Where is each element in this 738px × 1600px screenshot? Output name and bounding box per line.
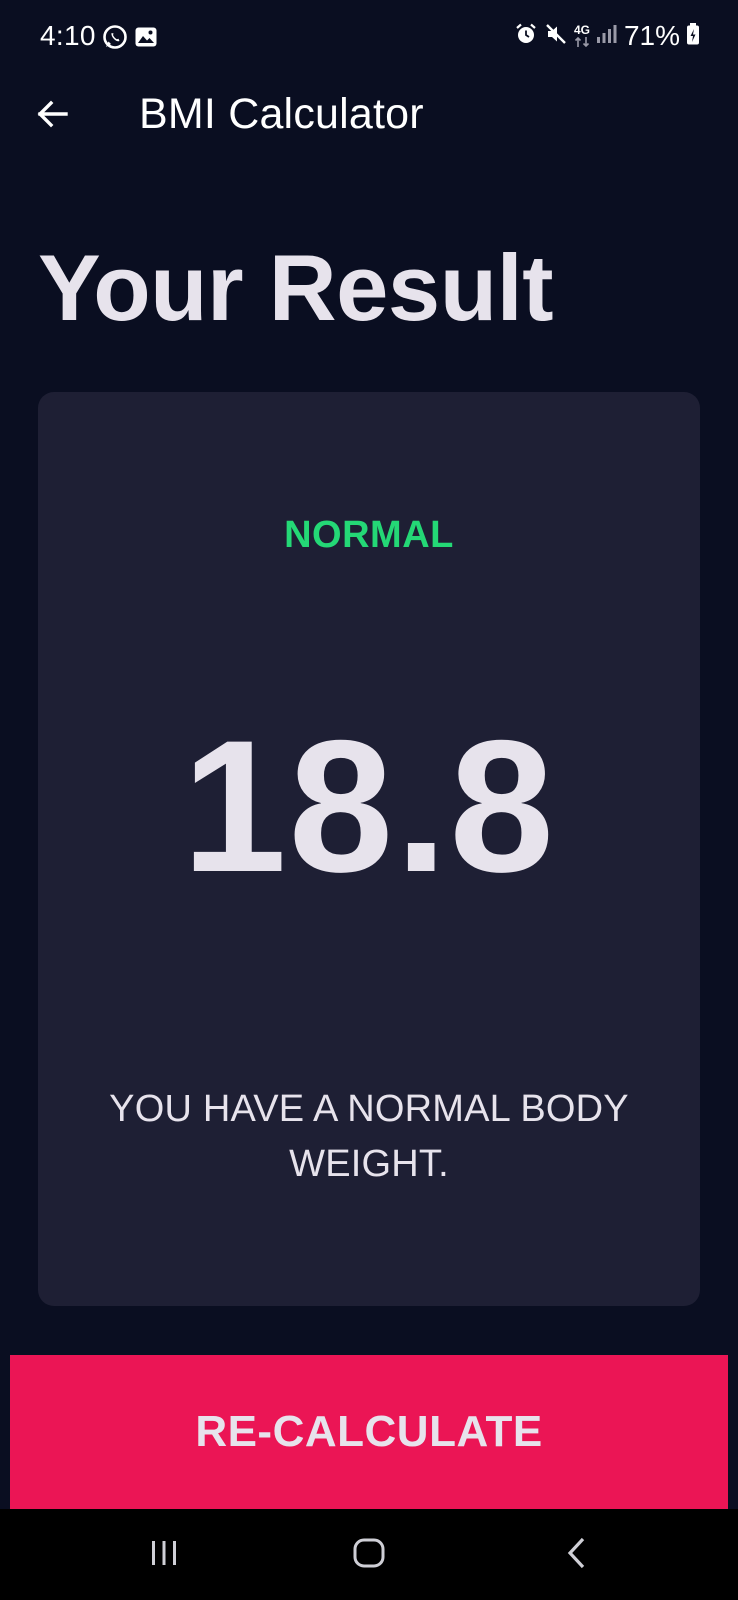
back-button[interactable] [30, 94, 74, 138]
app-title: BMI Calculator [139, 90, 424, 138]
mute-icon [544, 22, 568, 51]
home-button[interactable] [339, 1527, 399, 1583]
page-title: Your Result [38, 235, 554, 340]
bmi-message: YOU HAVE A NORMAL BODY WEIGHT. [109, 1088, 629, 1186]
status-left-icons [102, 24, 158, 55]
image-icon [134, 25, 158, 54]
status-time: 4:10 [40, 20, 96, 51]
4g-icon: 4G [574, 24, 590, 48]
recent-apps-icon [147, 1538, 181, 1573]
system-nav-bar [0, 1509, 738, 1600]
recalculate-button[interactable]: RE-CALCULATE [10, 1355, 728, 1509]
back-chevron-icon [562, 1536, 592, 1575]
network-label: 4G [573, 23, 590, 37]
alarm-icon [514, 22, 538, 51]
app-bar: BMI Calculator [0, 76, 738, 156]
whatsapp-icon [102, 24, 128, 55]
arrow-left-icon [34, 96, 70, 137]
battery-percent: 71% [623, 20, 680, 51]
nav-back-button[interactable] [547, 1527, 607, 1583]
result-status: NORMAL [284, 514, 454, 556]
status-right-icons: 4G 71% [514, 20, 700, 52]
signal-icon [596, 23, 618, 50]
bmi-value: 18.8 [182, 701, 556, 911]
recent-apps-button[interactable] [134, 1527, 194, 1583]
home-icon [352, 1536, 386, 1575]
result-card: NORMAL 18.8 YOU HAVE A NORMAL BODY WEIGH… [38, 392, 700, 1306]
battery-icon [686, 22, 700, 51]
status-bar: 4:10 4G 71% [0, 0, 738, 76]
